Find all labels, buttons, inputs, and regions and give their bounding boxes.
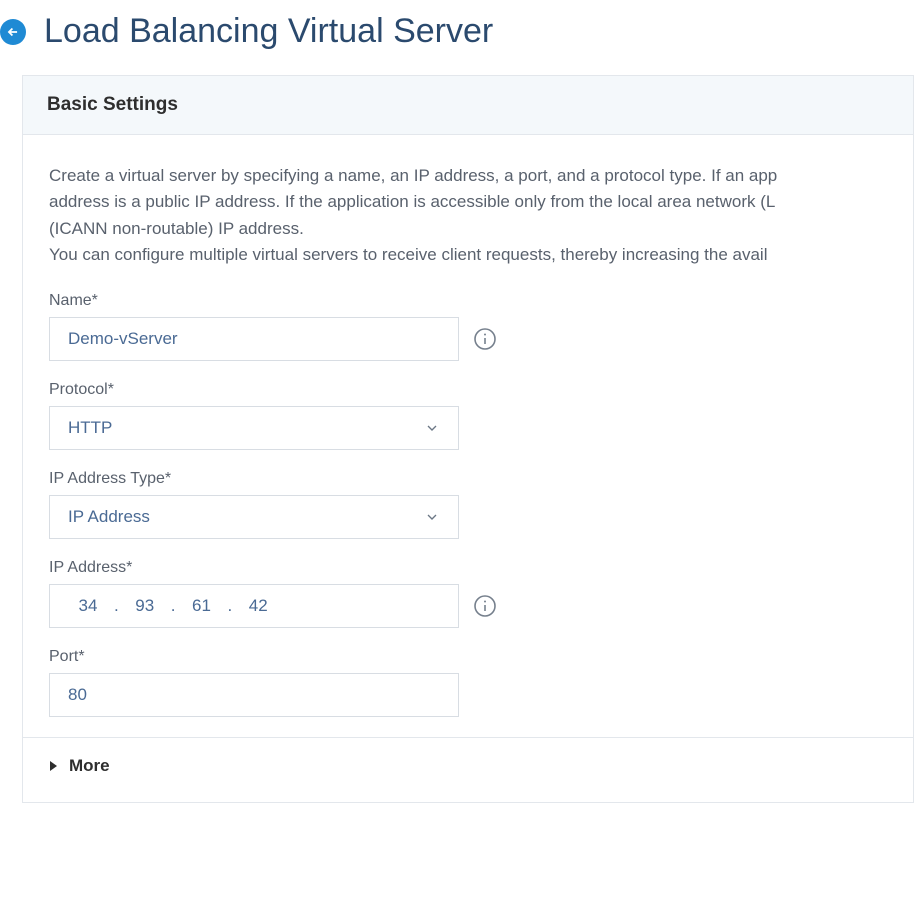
- ip-address-label: IP Address*: [49, 559, 887, 577]
- protocol-value: HTTP: [68, 418, 112, 438]
- back-button[interactable]: [0, 19, 26, 45]
- info-icon[interactable]: [473, 327, 497, 351]
- ip-octet-4[interactable]: [238, 596, 278, 616]
- port-input[interactable]: [68, 674, 440, 716]
- desc-line-4: You can configure multiple virtual serve…: [49, 245, 767, 264]
- ip-dot: .: [165, 596, 182, 616]
- ip-octet-2[interactable]: [125, 596, 165, 616]
- panel-header: Basic Settings: [23, 76, 913, 135]
- ip-type-value: IP Address: [68, 507, 150, 527]
- desc-line-1: Create a virtual server by specifying a …: [49, 166, 777, 185]
- port-label: Port*: [49, 648, 887, 666]
- chevron-down-icon: [424, 420, 440, 436]
- panel-title: Basic Settings: [47, 94, 889, 116]
- name-input-wrapper: [49, 317, 459, 361]
- ip-type-field: IP Address Type* IP Address: [49, 470, 887, 539]
- more-toggle[interactable]: More: [23, 737, 913, 794]
- ip-dot: .: [108, 596, 125, 616]
- page-title: Load Balancing Virtual Server: [44, 12, 493, 51]
- protocol-select[interactable]: HTTP: [49, 406, 459, 450]
- info-icon[interactable]: [473, 594, 497, 618]
- arrow-left-icon: [6, 25, 20, 39]
- caret-right-icon: [49, 760, 59, 772]
- ip-octet-1[interactable]: [68, 596, 108, 616]
- ip-address-input[interactable]: . . .: [49, 584, 459, 628]
- panel-description: Create a virtual server by specifying a …: [49, 163, 887, 268]
- chevron-down-icon: [424, 509, 440, 525]
- more-label: More: [69, 756, 110, 776]
- ip-dot: .: [221, 596, 238, 616]
- name-input[interactable]: [68, 318, 440, 360]
- basic-settings-panel: Basic Settings Create a virtual server b…: [22, 75, 914, 803]
- desc-line-3: (ICANN non-routable) IP address.: [49, 219, 304, 238]
- ip-octet-3[interactable]: [181, 596, 221, 616]
- ip-type-select[interactable]: IP Address: [49, 495, 459, 539]
- name-label: Name*: [49, 292, 887, 310]
- ip-type-label: IP Address Type*: [49, 470, 887, 488]
- ip-address-field: IP Address* . . .: [49, 559, 887, 628]
- desc-line-2: address is a public IP address. If the a…: [49, 192, 775, 211]
- protocol-label: Protocol*: [49, 381, 887, 399]
- port-field: Port*: [49, 648, 887, 717]
- protocol-field: Protocol* HTTP: [49, 381, 887, 450]
- name-field: Name*: [49, 292, 887, 361]
- port-input-wrapper: [49, 673, 459, 717]
